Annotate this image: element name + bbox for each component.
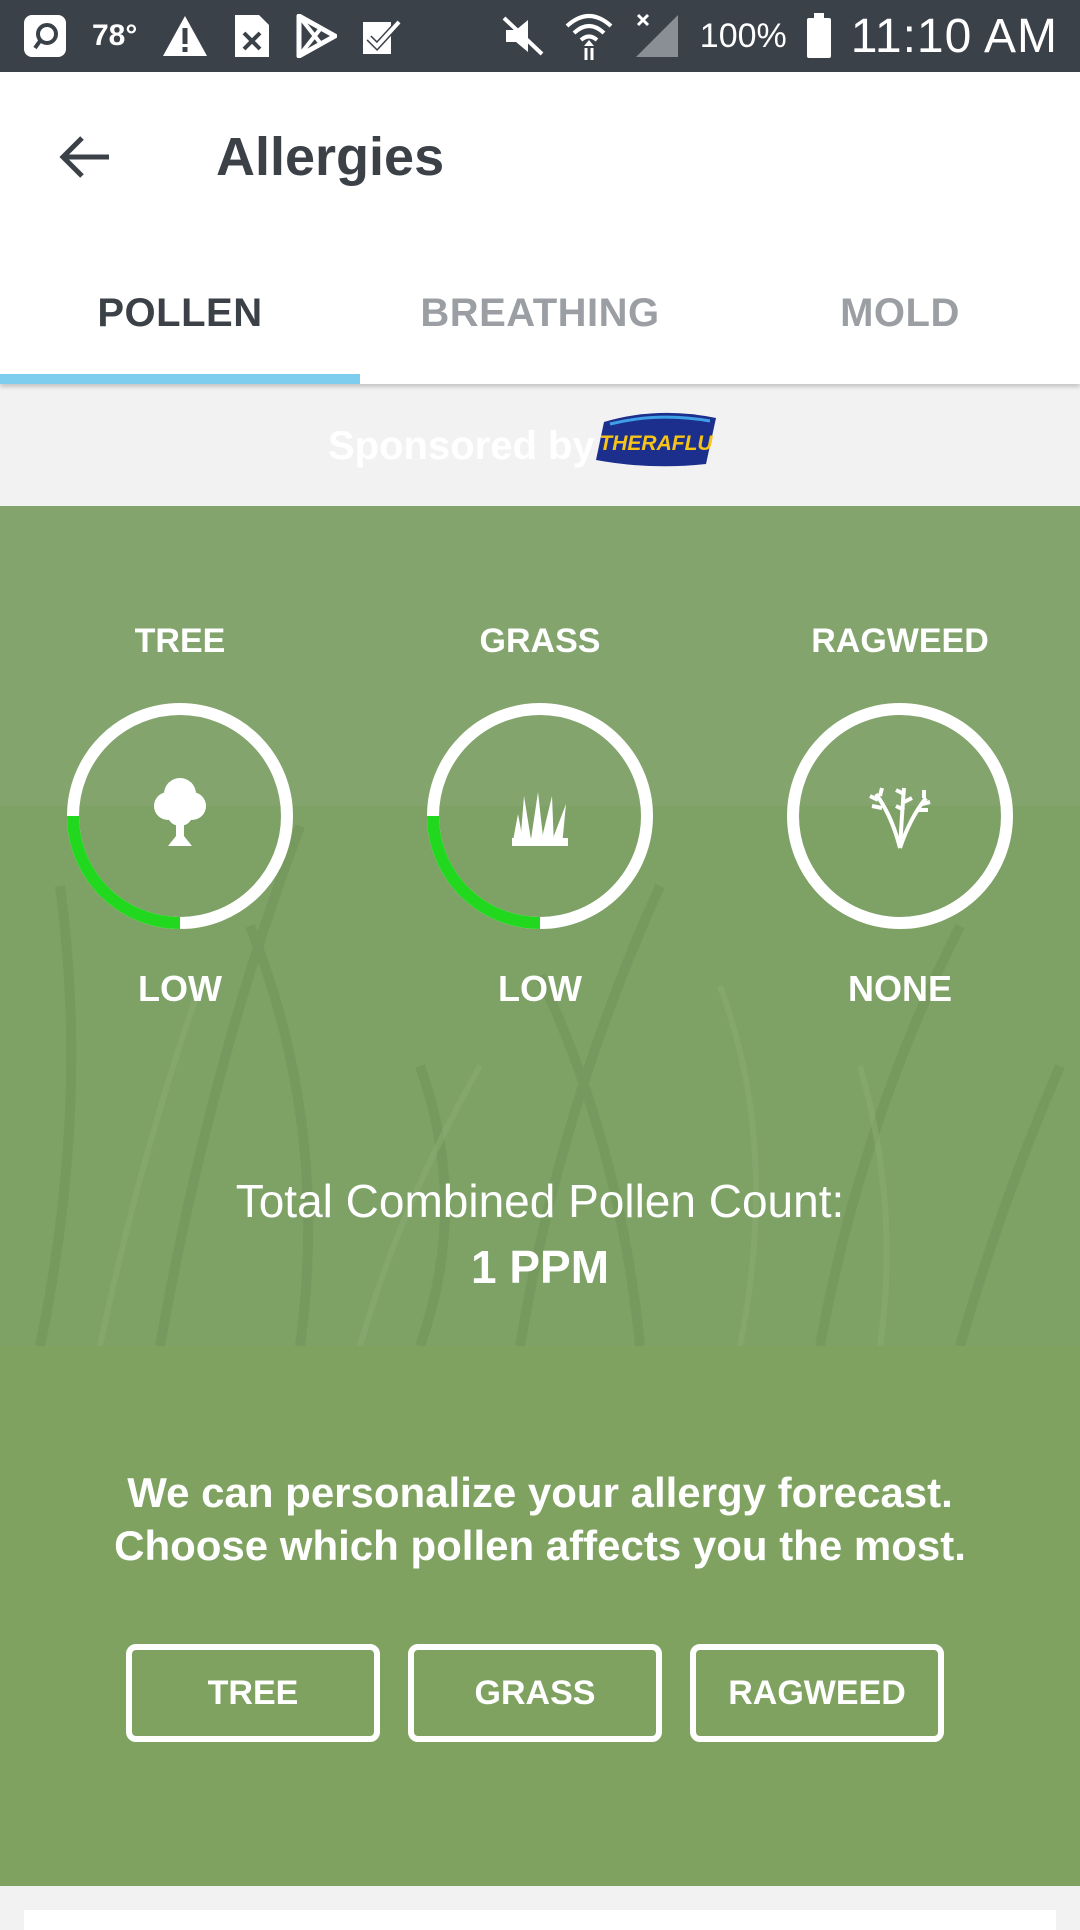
tree-select-button[interactable]: TREE	[126, 1644, 380, 1742]
sponsor-text: Sponsored by	[328, 424, 595, 468]
page-title: Allergies	[216, 127, 445, 187]
personalize-line-1: We can personalize your allergy forecast…	[127, 1469, 953, 1516]
grass-icon	[512, 792, 568, 846]
temperature: 78°	[92, 19, 138, 52]
app-bar: Allergies	[0, 72, 1080, 242]
ragweed-ring	[787, 703, 1013, 929]
alert-icon	[161, 10, 209, 62]
personalize-section: We can personalize your allergy forecast…	[0, 1346, 1080, 1886]
battery-percent: 100%	[699, 16, 787, 55]
gauge-label-tree: TREE	[134, 622, 226, 660]
pollen-overview: TREE LOW GRASS LOW RAGWEED NONE Total Co…	[0, 506, 1080, 1346]
tab-breathing[interactable]: BREATHING	[360, 242, 720, 384]
grass-ring	[427, 703, 653, 929]
clock: 11:10 AM	[850, 9, 1058, 63]
ragweed-gauge: RAGWEED NONE	[720, 506, 1080, 1046]
close-box-icon	[233, 10, 271, 62]
gauge-level-ragweed: NONE	[847, 968, 952, 1009]
tab-pollen[interactable]: POLLEN	[0, 242, 360, 384]
grass-select-button[interactable]: GRASS	[408, 1644, 662, 1742]
signal-icon	[632, 10, 682, 62]
sponsor-banner[interactable]: Sponsored by	[0, 384, 1080, 506]
ragweed-select-button[interactable]: RAGWEED	[690, 1644, 944, 1742]
theraflu-logo: THERAFLU	[596, 412, 716, 467]
tree-ring	[67, 703, 293, 929]
wifi-icon	[564, 10, 614, 62]
gauge-level-tree: LOW	[138, 968, 222, 1009]
tab-mold[interactable]: MOLD	[720, 242, 1080, 384]
tree-icon	[154, 778, 206, 846]
mute-icon	[500, 10, 546, 62]
back-button[interactable]	[40, 122, 130, 192]
tree-gauge: TREE LOW	[0, 506, 360, 1046]
svg-text:THERAFLU: THERAFLU	[599, 432, 713, 455]
total-pollen-value: 1 PPM	[470, 1241, 610, 1293]
personalize-message: We can personalize your allergy forecast…	[0, 1466, 1080, 1572]
active-tab-indicator	[0, 374, 360, 384]
grass-gauge: GRASS LOW	[360, 506, 720, 1046]
personalize-line-2: Choose which pollen affects you the most…	[114, 1522, 966, 1569]
app-icon	[22, 10, 68, 62]
total-pollen-label: Total Combined Pollen Count:	[235, 1175, 845, 1227]
battery-icon	[805, 10, 833, 62]
gauge-level-grass: LOW	[498, 968, 582, 1009]
checkmark-icon	[361, 10, 403, 62]
gauge-label-ragweed: RAGWEED	[811, 622, 989, 660]
tab-bar: POLLEN BREATHING MOLD	[0, 242, 1080, 384]
next-card-edge	[24, 1910, 1056, 1930]
level-arc	[67, 815, 181, 929]
play-store-icon	[295, 10, 338, 62]
gauge-label-grass: GRASS	[479, 622, 601, 660]
ragweed-icon	[869, 787, 931, 849]
arrow-left-icon	[59, 136, 109, 178]
status-bar: 78° 100% 11:10 AM	[0, 0, 1080, 72]
